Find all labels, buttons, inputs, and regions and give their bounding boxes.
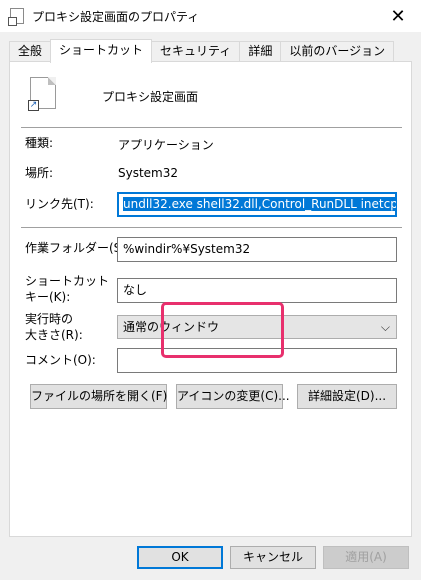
change-icon-button[interactable]: アイコンの変更(C)... <box>176 384 290 409</box>
start-in-label: 作業フォルダー(S): <box>25 241 131 255</box>
type-label: 種類: <box>25 136 54 150</box>
shortcut-arrow-icon: ↗ <box>28 100 39 111</box>
ok-button[interactable]: OK <box>137 546 223 569</box>
target-value: undll32.exe shell32.dll,Control_RunDLL i… <box>123 197 396 211</box>
location-label: 場所: <box>25 166 54 180</box>
title-bar: プロキシ設定画面のプロパティ ✕ <box>0 0 421 32</box>
window-title: プロキシ設定画面のプロパティ <box>32 10 200 24</box>
comment-label: コメント(O): <box>25 353 96 367</box>
tab-general[interactable]: 全般 <box>9 41 52 62</box>
shortcut-tab-panel: ↗ プロキシ設定画面 種類: アプリケーション 場所: System32 リンク… <box>9 61 412 537</box>
tab-security[interactable]: セキュリティ <box>151 41 241 62</box>
target-field[interactable]: undll32.exe shell32.dll,Control_RunDLL i… <box>117 192 397 217</box>
run-label-line2: 大きさ(R): <box>25 328 83 342</box>
shortcut-key-field[interactable]: なし <box>117 278 397 303</box>
tab-previous-versions[interactable]: 以前のバージョン <box>280 41 395 62</box>
tab-strip: 全般 ショートカット セキュリティ 詳細 以前のバージョン <box>9 39 395 63</box>
type-value: アプリケーション <box>118 138 214 152</box>
chevron-down-icon: ⌵ <box>380 320 390 334</box>
shortcut-name: プロキシ設定画面 <box>102 90 199 104</box>
location-value: System32 <box>118 166 179 180</box>
advanced-button[interactable]: 詳細設定(D)... <box>297 384 397 409</box>
close-button[interactable]: ✕ <box>375 0 421 32</box>
shortcut-key-label-line2: キー(K): <box>25 290 71 304</box>
target-label: リンク先(T): <box>25 197 94 211</box>
divider <box>21 127 402 128</box>
cancel-button[interactable]: キャンセル <box>230 546 316 569</box>
shortcut-file-icon: ↗ <box>28 77 56 111</box>
open-file-location-button[interactable]: ファイルの場所を開く(F) <box>30 384 167 409</box>
start-in-field[interactable]: %windir%¥System32 <box>117 237 397 262</box>
highlight-box <box>161 302 284 358</box>
tab-shortcut[interactable]: ショートカット <box>50 39 153 63</box>
tab-details[interactable]: 詳細 <box>239 41 282 62</box>
shortcut-key-label-line1: ショートカット <box>25 274 110 288</box>
run-label-line1: 実行時の <box>25 312 74 326</box>
divider <box>21 227 402 228</box>
shortcut-file-icon <box>8 8 24 26</box>
apply-button[interactable]: 適用(A) <box>323 546 409 569</box>
